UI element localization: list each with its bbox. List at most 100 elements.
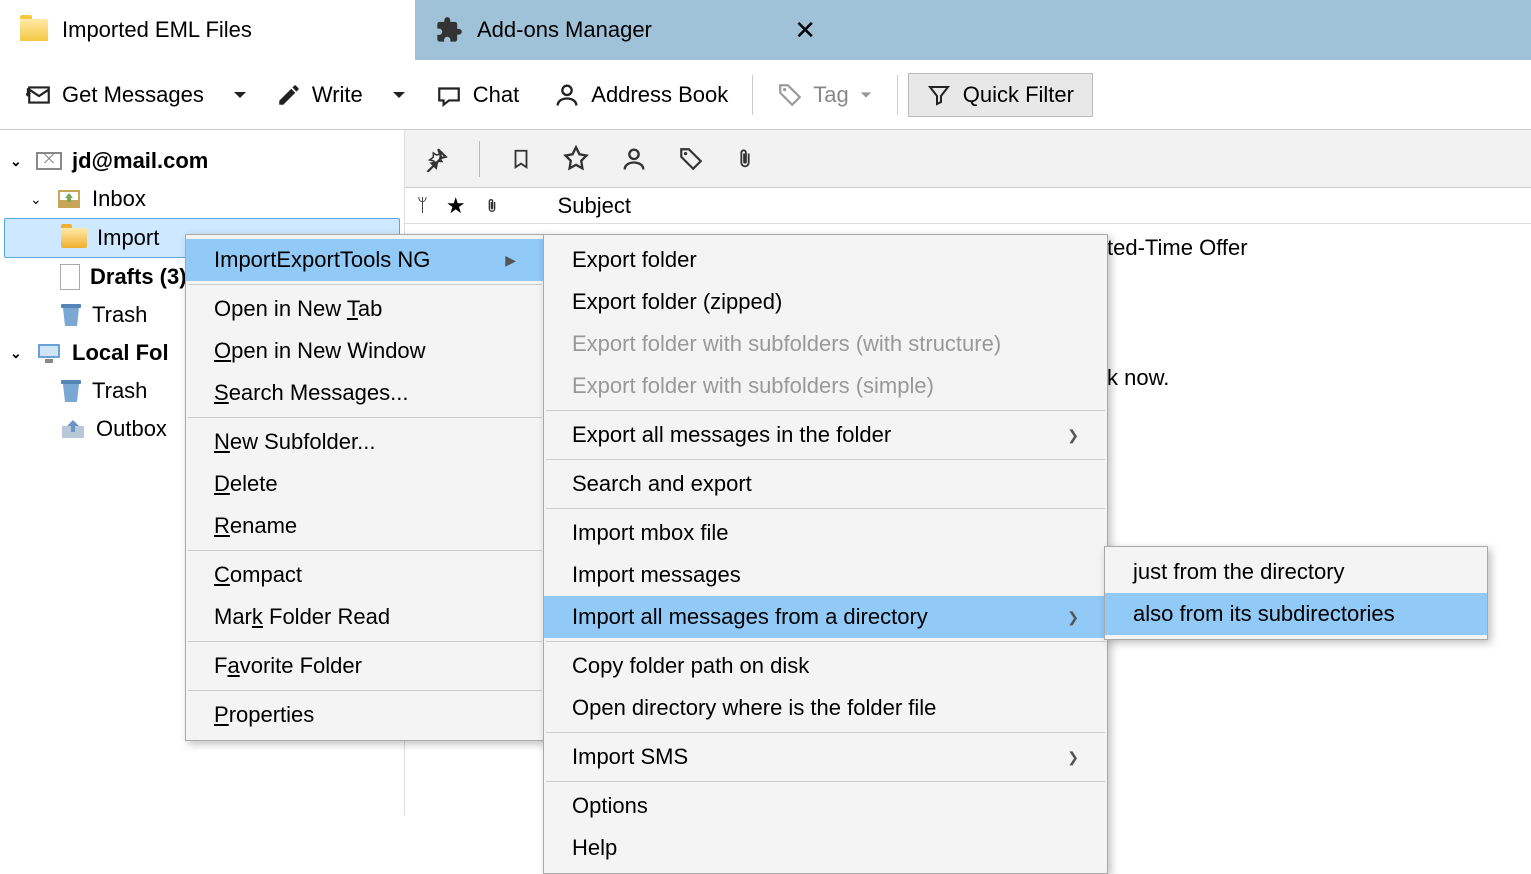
menu-label: ImportExportTools NG (214, 247, 430, 273)
folder-label: Import (97, 225, 159, 251)
main-toolbar: Get Messages Write Chat Address Book Tag… (0, 60, 1531, 130)
star-icon[interactable] (562, 145, 590, 173)
ctx-rename[interactable]: Rename (186, 505, 544, 547)
column-header: ᛘ ★ Subject (405, 188, 1531, 224)
ctx-also-from-subdirectories[interactable]: also from its subdirectories (1105, 593, 1487, 635)
ctx-export-subfolders-structure: Export folder with subfolders (with stru… (544, 323, 1107, 365)
pin-icon[interactable] (423, 146, 449, 172)
outbox-icon (60, 418, 86, 440)
tab-addons-manager[interactable]: Add-ons Manager ✕ (415, 0, 830, 60)
button-label: Address Book (591, 82, 728, 108)
twisty-icon[interactable]: ⌄ (30, 191, 46, 208)
attachment-icon[interactable] (734, 145, 756, 173)
button-label: Get Messages (62, 82, 204, 108)
folder-label: Trash (92, 378, 147, 404)
attachment-col-icon[interactable] (484, 196, 500, 216)
menu-label: Favorite Folder (214, 653, 362, 679)
bookmark-icon[interactable] (510, 146, 532, 172)
ctx-help[interactable]: Help (544, 827, 1107, 869)
menu-label: Copy folder path on disk (572, 653, 809, 679)
menu-label: Search Messages... (214, 380, 408, 406)
inbox-node[interactable]: ⌄ Inbox (0, 180, 404, 218)
submenu-arrow-icon: ❯ (1067, 427, 1079, 444)
ctx-open-directory[interactable]: Open directory where is the folder file (544, 687, 1107, 729)
submenu-arrow-icon: ▶ (505, 252, 516, 269)
menu-label: Open in New Tab (214, 296, 382, 322)
quick-filter-bar (405, 130, 1531, 188)
get-messages-dropdown[interactable] (224, 81, 256, 109)
close-icon[interactable]: ✕ (794, 15, 816, 46)
ctx-properties[interactable]: Properties (186, 694, 544, 736)
button-label: Quick Filter (963, 82, 1074, 108)
ctx-copy-folder-path[interactable]: Copy folder path on disk (544, 645, 1107, 687)
menu-label: Compact (214, 562, 302, 588)
folder-label: Local Fol (72, 340, 169, 366)
tag-button[interactable]: Tag (763, 74, 886, 116)
twisty-icon[interactable]: ⌄ (10, 153, 26, 170)
menu-label: Export folder with subfolders (with stru… (572, 331, 1001, 357)
ctx-search-messages[interactable]: Search Messages... (186, 372, 544, 414)
trash-icon (60, 378, 82, 404)
ctx-export-all-messages[interactable]: Export all messages in the folder❯ (544, 414, 1107, 456)
get-messages-button[interactable]: Get Messages (12, 74, 218, 116)
menu-label: Export folder (572, 247, 697, 273)
button-label: Write (312, 82, 363, 108)
star-col-icon[interactable]: ★ (446, 193, 466, 219)
menu-separator (546, 410, 1105, 411)
write-button[interactable]: Write (262, 74, 377, 116)
toolbar-separator (752, 75, 753, 115)
menu-label: Open in New Window (214, 338, 426, 364)
monitor-icon (36, 342, 62, 364)
import-directory-submenu: just from the directory also from its su… (1104, 546, 1488, 640)
subject-col-header[interactable]: Subject (558, 193, 631, 219)
tab-imported-eml[interactable]: Imported EML Files (0, 0, 415, 60)
menu-separator (546, 508, 1105, 509)
menu-separator (188, 690, 542, 691)
ctx-favorite-folder[interactable]: Favorite Folder (186, 645, 544, 687)
menu-label: Search and export (572, 471, 752, 497)
ctx-delete[interactable]: Delete (186, 463, 544, 505)
thread-col-icon[interactable]: ᛘ (417, 195, 428, 216)
separator (479, 141, 480, 177)
folder-label: Trash (92, 302, 147, 328)
ctx-import-messages[interactable]: Import messages (544, 554, 1107, 596)
tab-bar: Imported EML Files Add-ons Manager ✕ (0, 0, 1531, 60)
ctx-open-new-tab[interactable]: Open in New Tab (186, 288, 544, 330)
twisty-icon[interactable]: ⌄ (10, 345, 26, 362)
tag-icon[interactable] (678, 146, 704, 172)
ctx-open-new-window[interactable]: Open in New Window (186, 330, 544, 372)
ctx-compact[interactable]: Compact (186, 554, 544, 596)
ctx-search-and-export[interactable]: Search and export (544, 463, 1107, 505)
import-export-submenu: Export folder Export folder (zipped) Exp… (543, 234, 1108, 874)
account-node[interactable]: ⌄ jd@mail.com (0, 142, 404, 180)
write-dropdown[interactable] (383, 81, 415, 109)
menu-label: Export folder (zipped) (572, 289, 782, 315)
ctx-import-mbox[interactable]: Import mbox file (544, 512, 1107, 554)
quick-filter-button[interactable]: Quick Filter (908, 73, 1093, 117)
ctx-import-sms[interactable]: Import SMS❯ (544, 736, 1107, 778)
folder-label: Outbox (96, 416, 167, 442)
ctx-import-export-tools[interactable]: ImportExportTools NG ▶ (186, 239, 544, 281)
folder-label: Drafts (3) (90, 264, 187, 290)
ctx-import-from-directory[interactable]: Import all messages from a directory❯ (544, 596, 1107, 638)
menu-separator (546, 459, 1105, 460)
contact-icon[interactable] (620, 145, 648, 173)
ctx-just-from-directory[interactable]: just from the directory (1105, 551, 1487, 593)
ctx-mark-folder-read[interactable]: Mark Folder Read (186, 596, 544, 638)
ctx-export-folder[interactable]: Export folder (544, 239, 1107, 281)
menu-label: Help (572, 835, 617, 861)
folder-icon (20, 19, 48, 41)
ctx-new-subfolder[interactable]: New Subfolder... (186, 421, 544, 463)
menu-separator (546, 732, 1105, 733)
mail-icon (36, 152, 62, 170)
menu-separator (188, 284, 542, 285)
address-book-button[interactable]: Address Book (539, 73, 742, 117)
toolbar-separator (897, 75, 898, 115)
puzzle-icon (435, 16, 463, 44)
ctx-options[interactable]: Options (544, 785, 1107, 827)
chat-button[interactable]: Chat (421, 74, 533, 116)
menu-separator (546, 641, 1105, 642)
ctx-export-folder-zipped[interactable]: Export folder (zipped) (544, 281, 1107, 323)
button-label: Chat (473, 82, 519, 108)
menu-label: Export folder with subfolders (simple) (572, 373, 934, 399)
